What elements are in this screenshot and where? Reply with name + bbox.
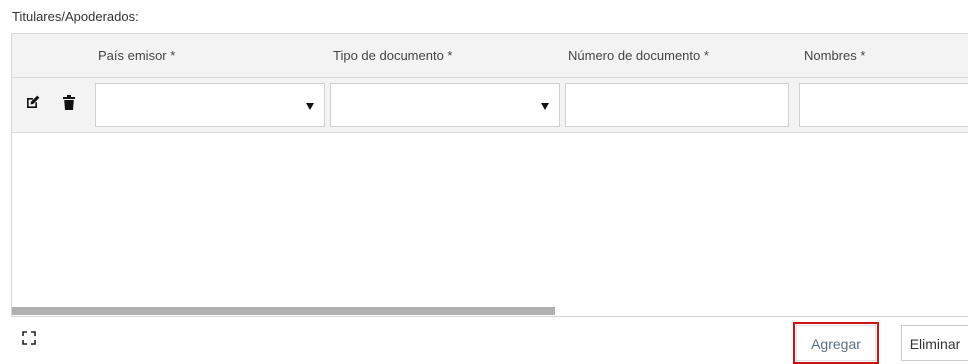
fullscreen-icon[interactable] [22,331,36,345]
edit-icon[interactable] [26,95,42,111]
column-header-tipo-documento[interactable]: Tipo de documento * [333,34,452,77]
trash-icon[interactable] [63,95,79,111]
tipo-documento-select[interactable] [330,83,560,127]
scrollbar-thumb[interactable] [12,307,555,315]
column-header-pais-emisor[interactable]: País emisor * [98,34,175,77]
pais-emisor-select[interactable] [95,83,325,127]
table-row [12,78,968,133]
caret-down-icon [541,103,549,110]
column-header-nombres[interactable]: Nombres * [804,34,865,77]
holders-grid: País emisor * Tipo de documento * Número… [11,33,968,317]
delete-button[interactable]: Eliminar [901,325,968,361]
horizontal-scrollbar[interactable] [12,306,968,316]
section-title: Titulares/Apoderados: [12,9,139,24]
grid-header: País emisor * Tipo de documento * Número… [12,34,968,78]
numero-documento-input[interactable] [565,83,789,127]
column-header-numero-documento[interactable]: Número de documento * [568,34,709,77]
grid-footer: Agregar Eliminar [11,317,968,364]
nombres-input[interactable] [799,83,968,127]
row-actions [12,78,92,132]
add-button[interactable]: Agregar [793,322,879,364]
caret-down-icon [306,103,314,110]
